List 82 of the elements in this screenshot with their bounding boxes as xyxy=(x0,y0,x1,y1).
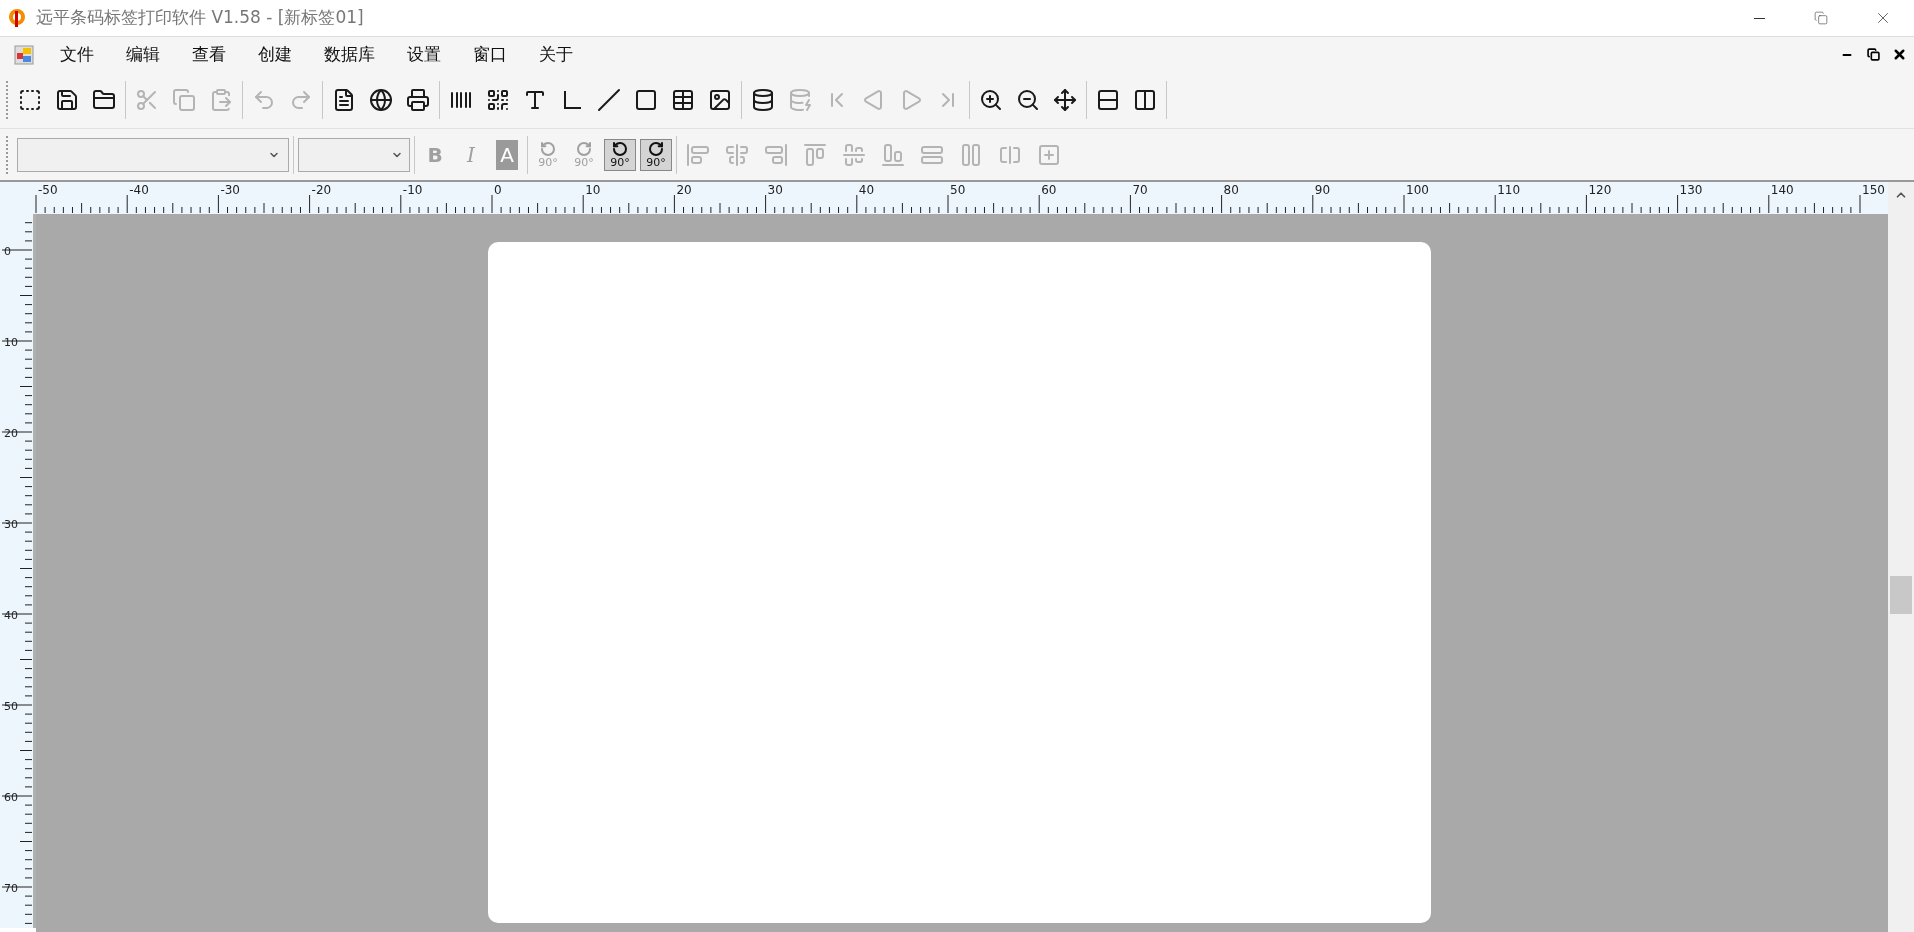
menu-item[interactable]: 数据库 xyxy=(308,39,391,70)
ruler-label: 150 xyxy=(1862,183,1885,197)
font-dropdown[interactable] xyxy=(17,137,289,172)
ruler-label: 40 xyxy=(4,609,18,622)
window-title: 远平条码标签打印软件 V1.58 - [新标签01] xyxy=(36,6,364,30)
ruler-label: 20 xyxy=(4,427,18,440)
ruler-label: 50 xyxy=(4,700,18,713)
align-middle-icon xyxy=(842,142,866,167)
undo-icon xyxy=(252,88,276,112)
ruler-label: 100 xyxy=(1406,183,1429,197)
text-icon xyxy=(523,88,547,112)
ruler-label: 80 xyxy=(1223,183,1239,197)
ruler-label: 130 xyxy=(1679,183,1703,197)
document-icon xyxy=(14,44,34,65)
rotate-left-button[interactable]: 90° xyxy=(604,138,636,171)
rotate-left-icon xyxy=(540,141,556,157)
align-center-icon xyxy=(725,142,749,167)
plus-box-icon xyxy=(1037,142,1061,167)
copy-icon xyxy=(172,88,196,112)
space-vertical-icon xyxy=(959,142,983,167)
globe-icon xyxy=(369,88,393,112)
ruler-label: 110 xyxy=(1497,183,1521,197)
ruler-label: 70 xyxy=(4,882,18,895)
align-left-icon xyxy=(686,142,710,167)
ruler-label: 140 xyxy=(1770,183,1794,197)
table-icon xyxy=(671,88,695,112)
ruler-label: -40 xyxy=(129,183,149,197)
rectangle-icon xyxy=(634,88,658,112)
new-frame-icon xyxy=(18,88,42,112)
ruler-label: -10 xyxy=(402,183,423,197)
ruler-label: -50 xyxy=(38,183,58,197)
align-bottom-icon xyxy=(881,142,905,167)
menu-item[interactable]: 创建 xyxy=(242,39,308,70)
menu-item[interactable]: 查看 xyxy=(176,39,242,70)
rotate-right-button[interactable]: 90° xyxy=(640,138,672,171)
align-right-icon xyxy=(764,142,788,167)
menu-item[interactable]: 设置 xyxy=(391,39,457,70)
folder-icon xyxy=(92,88,116,112)
line-icon xyxy=(597,88,621,112)
zoom-in-icon xyxy=(979,88,1003,112)
menu-item[interactable]: 窗口 xyxy=(457,39,523,70)
ruler-label: 50 xyxy=(950,183,966,197)
ruler-label: 0 xyxy=(494,183,502,197)
ruler-label: 30 xyxy=(767,183,783,197)
ruler-label: 60 xyxy=(1041,183,1057,197)
ruler-label: 10 xyxy=(585,183,601,197)
scissors-icon xyxy=(135,88,159,112)
rotate-left-icon xyxy=(612,141,628,157)
redo-icon xyxy=(289,88,313,112)
app-logo-icon xyxy=(6,7,28,29)
rotate-right-icon xyxy=(576,141,592,157)
ruler-label: 60 xyxy=(4,791,18,804)
ruler-label: 40 xyxy=(858,183,875,197)
ruler-label: 90 xyxy=(1314,183,1331,197)
menu-item[interactable]: 编辑 xyxy=(110,39,176,70)
menu-item[interactable]: 关于 xyxy=(523,39,589,70)
menu-item[interactable]: 文件 xyxy=(44,39,110,70)
qr-code-icon xyxy=(486,88,510,112)
ruler-label: 0 xyxy=(4,245,11,258)
printer-icon xyxy=(406,88,430,112)
restore-icon xyxy=(1866,48,1880,61)
zoom-out-icon xyxy=(1016,88,1040,112)
database-icon xyxy=(751,88,775,112)
scrollbar-thumb[interactable] xyxy=(1890,576,1912,614)
minimize-icon xyxy=(1753,17,1765,19)
ruler-label: -30 xyxy=(220,183,240,197)
paste-icon xyxy=(209,88,233,112)
align-top-icon xyxy=(803,142,827,167)
ruler-label: 20 xyxy=(676,183,692,197)
restore-icon xyxy=(1814,11,1828,25)
vertical-split-icon xyxy=(1133,88,1157,112)
ruler-label: 30 xyxy=(4,518,18,531)
ruler-label: -20 xyxy=(311,183,332,197)
ruler-label: 70 xyxy=(1132,183,1148,197)
fit-page-icon xyxy=(1053,88,1077,112)
horizontal-split-icon xyxy=(1096,88,1120,112)
document-icon xyxy=(332,88,356,112)
image-icon xyxy=(708,88,732,112)
ruler-label: 120 xyxy=(1588,183,1612,197)
ruler-label: 10 xyxy=(4,336,18,349)
font-size-dropdown[interactable] xyxy=(298,137,410,172)
rotate-right-icon xyxy=(648,141,664,157)
